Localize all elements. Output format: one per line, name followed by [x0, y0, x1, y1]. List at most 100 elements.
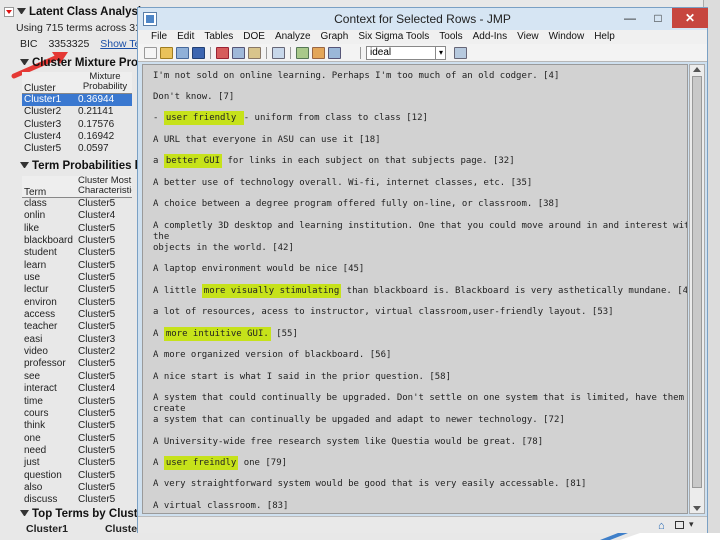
- table-row[interactable]: student Cluster5: [22, 247, 132, 259]
- text-segment: A little: [153, 286, 202, 296]
- chevron-down-icon[interactable]: ▾: [435, 46, 446, 60]
- find-icon[interactable]: [454, 47, 467, 59]
- new-icon[interactable]: [144, 47, 157, 59]
- table-row[interactable]: just Cluster5: [22, 457, 132, 469]
- text-line: A more intuitive GUI. [55]: [153, 327, 298, 341]
- vertical-scrollbar[interactable]: [689, 64, 705, 514]
- text-area[interactable]: I'm not sold on online learning. Perhaps…: [142, 64, 688, 514]
- table-row[interactable]: see Cluster5: [22, 371, 132, 383]
- table-row[interactable]: use Cluster5: [22, 272, 132, 284]
- table-row[interactable]: easi Cluster3: [22, 334, 132, 346]
- table-row[interactable]: think Cluster5: [22, 420, 132, 432]
- text-line: objects in the world. [42]: [153, 243, 294, 254]
- font-select[interactable]: ideal: [366, 46, 446, 60]
- table-row[interactable]: Cluster5 0.0597: [22, 143, 132, 155]
- text-segment: a system that can continually be upgaded…: [153, 415, 565, 425]
- table-row[interactable]: question Cluster5: [22, 470, 132, 482]
- text-segment: - uniform from class to class [12]: [243, 113, 428, 123]
- top-terms-header[interactable]: Top Terms by Cluster: [20, 506, 149, 522]
- menu-graph[interactable]: Graph: [316, 30, 354, 44]
- table-row[interactable]: cours Cluster5: [22, 408, 132, 420]
- minimize-button[interactable]: —: [616, 8, 644, 28]
- table-row[interactable]: also Cluster5: [22, 482, 132, 494]
- column-header-term: Term: [24, 187, 47, 197]
- menu-view[interactable]: View: [512, 30, 544, 44]
- table-row[interactable]: access Cluster5: [22, 309, 132, 321]
- open-icon[interactable]: [160, 47, 173, 59]
- text-line: I'm not sold on online learning. Perhaps…: [153, 71, 559, 82]
- red-triangle-menu-icon[interactable]: [4, 7, 14, 17]
- disclosure-icon[interactable]: [17, 7, 26, 17]
- table-row[interactable]: class Cluster5: [22, 198, 132, 210]
- text-segment: A nice start is what I said in the prior…: [153, 372, 452, 382]
- table-row[interactable]: onlin Cluster4: [22, 210, 132, 222]
- graph-icon[interactable]: [312, 47, 325, 59]
- table-row[interactable]: Cluster1 0.36944: [22, 94, 132, 107]
- latent-class-header[interactable]: Latent Class Analysis: [4, 4, 147, 20]
- scroll-down-icon[interactable]: [693, 506, 701, 511]
- menu-tools[interactable]: Tools: [434, 30, 467, 44]
- term-table: Term Cluster Most Characteristic class Cl…: [22, 176, 132, 507]
- term-probabilities-header[interactable]: Term Probabilities by: [20, 158, 148, 174]
- table-row[interactable]: blackboard Cluster5: [22, 235, 132, 247]
- table-row[interactable]: lectur Cluster5: [22, 284, 132, 296]
- text-segment: [55]: [270, 329, 298, 339]
- paste-icon[interactable]: [248, 47, 261, 59]
- text-segment: the: [153, 232, 170, 242]
- text-line: a system that can continually be upgaded…: [153, 415, 565, 426]
- table-row[interactable]: interact Cluster4: [22, 383, 132, 395]
- disclosure-icon[interactable]: [20, 509, 29, 519]
- menu-analyze[interactable]: Analyze: [270, 30, 316, 44]
- table-row[interactable]: Cluster2 0.21141: [22, 106, 132, 118]
- menu-tables[interactable]: Tables: [199, 30, 238, 44]
- table-row[interactable]: video Cluster2: [22, 346, 132, 358]
- text-line: the: [153, 232, 169, 243]
- table-icon[interactable]: [296, 47, 309, 59]
- title-bar[interactable]: Context for Selected Rows - JMP — □ ✕: [138, 8, 708, 30]
- menu-edit[interactable]: Edit: [172, 30, 199, 44]
- chevron-down-icon[interactable]: ▾: [689, 519, 694, 530]
- copy-icon[interactable]: [232, 47, 245, 59]
- table-row[interactable]: discuss Cluster5: [22, 494, 132, 506]
- context-window: Context for Selected Rows - JMP — □ ✕ Fi…: [137, 7, 708, 533]
- menu-window[interactable]: Window: [544, 30, 590, 44]
- table-row[interactable]: one Cluster5: [22, 433, 132, 445]
- save-icon[interactable]: [192, 47, 205, 59]
- table-row[interactable]: Cluster3 0.17576: [22, 119, 132, 131]
- layout-icon[interactable]: [272, 47, 285, 59]
- table-row[interactable]: need Cluster5: [22, 445, 132, 457]
- new-table-icon[interactable]: [176, 47, 189, 59]
- text-line: A user freindly one [79]: [153, 456, 287, 470]
- disclosure-icon[interactable]: [20, 161, 29, 171]
- window-list-icon[interactable]: [328, 47, 341, 59]
- column-header-cluster: Cluster: [24, 83, 56, 93]
- cut-icon[interactable]: [216, 47, 229, 59]
- text-line: A URL that everyone in ASU can use it [1…: [153, 135, 381, 146]
- text-segment: a lot of resources, acess to instructor,…: [153, 307, 614, 317]
- mixture-header[interactable]: Cluster Mixture Proba: [20, 55, 152, 71]
- window-icon[interactable]: [675, 521, 684, 529]
- menu-help[interactable]: Help: [589, 30, 620, 44]
- latent-class-title: Latent Class Analysis: [29, 6, 148, 18]
- close-button[interactable]: ✕: [672, 8, 708, 28]
- disclosure-icon[interactable]: [20, 58, 29, 68]
- table-row[interactable]: teacher Cluster5: [22, 321, 132, 333]
- table-row[interactable]: Cluster4 0.16942: [22, 131, 132, 143]
- scroll-up-icon[interactable]: [693, 67, 701, 72]
- text-line: Don't know. [7]: [153, 92, 234, 103]
- table-row[interactable]: time Cluster5: [22, 396, 132, 408]
- term-probabilities-title: Term Probabilities by: [32, 160, 149, 172]
- maximize-button[interactable]: □: [644, 8, 672, 28]
- mixture-title: Cluster Mixture Proba: [32, 57, 152, 69]
- table-row[interactable]: like Cluster5: [22, 223, 132, 235]
- table-row[interactable]: environ Cluster5: [22, 297, 132, 309]
- menu-file[interactable]: File: [146, 30, 172, 44]
- scroll-thumb[interactable]: [692, 76, 702, 488]
- menu-add-ins[interactable]: Add-Ins: [468, 30, 512, 44]
- menu-doe[interactable]: DOE: [238, 30, 270, 44]
- table-row[interactable]: learn Cluster5: [22, 260, 132, 272]
- menu-six-sigma[interactable]: Six Sigma Tools: [353, 30, 434, 44]
- home-icon[interactable]: ⌂: [658, 520, 665, 532]
- text-line: A laptop environment would be nice [45]: [153, 264, 364, 275]
- table-row[interactable]: professor Cluster5: [22, 358, 132, 370]
